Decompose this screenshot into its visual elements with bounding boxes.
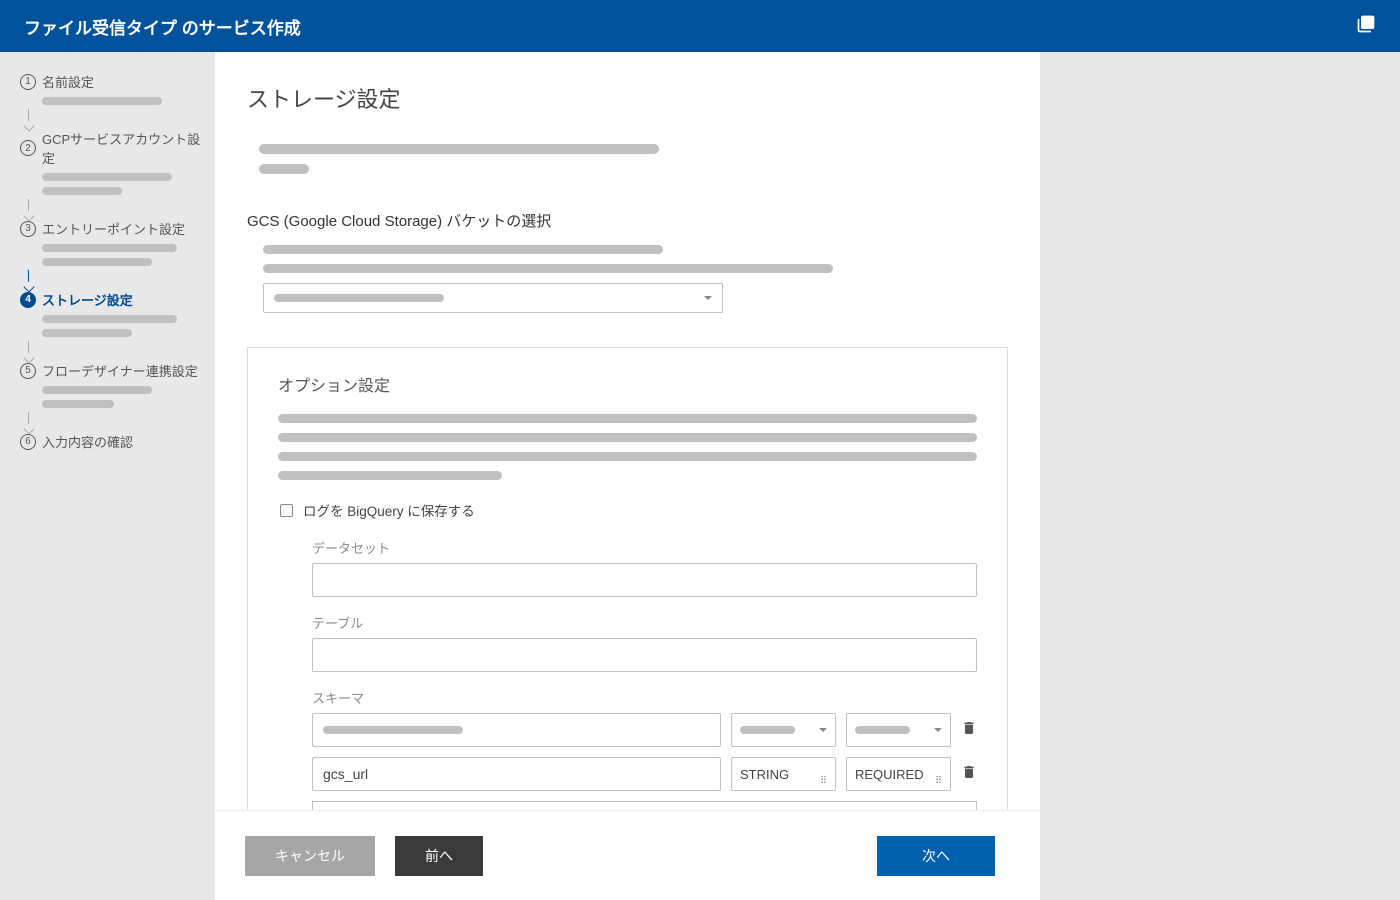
step-4-active[interactable]: 4 ストレージ設定 [20, 290, 203, 309]
step-label: GCPサービスアカウント設定 [42, 129, 203, 167]
checkbox-icon[interactable] [280, 504, 293, 517]
schema-name-input[interactable] [312, 757, 721, 791]
header: ファイル受信タイプ のサービス作成 [0, 0, 1400, 52]
trash-icon[interactable] [961, 763, 977, 786]
bucket-select[interactable] [263, 283, 723, 313]
next-button[interactable]: 次へ [877, 836, 995, 876]
schema-row: STRING REQUIRED [312, 757, 977, 791]
option-panel: オプション設定 ログを BigQuery に保存する データセット テーブル [247, 347, 1008, 810]
content-scroll: ストレージ設定 GCS (Google Cloud Storage) バケットの… [215, 52, 1040, 810]
step-number-icon: 1 [20, 74, 36, 90]
content-title: ストレージ設定 [247, 82, 1008, 114]
page-title: ファイル受信タイプ のサービス作成 [24, 14, 301, 39]
main: 1 名前設定 2 GCPサービスアカウント設定 3 エントリーポイント設定 4 ストレー… [0, 52, 1400, 900]
step-label: 名前設定 [42, 72, 94, 91]
step-label: フローデザイナー連携設定 [42, 361, 198, 380]
checkbox-label: ログを BigQuery に保存する [303, 500, 475, 520]
schema-type-select[interactable] [731, 713, 836, 747]
dataset-label: データセット [312, 538, 977, 557]
library-icon[interactable] [1356, 14, 1376, 39]
chevron-down-icon [934, 728, 942, 732]
cancel-button[interactable]: キャンセル [245, 836, 375, 876]
trash-icon[interactable] [961, 719, 977, 742]
chevron-down-icon [704, 296, 712, 300]
table-input[interactable] [312, 638, 977, 672]
footer: キャンセル 前へ 次へ [215, 810, 1040, 900]
step-label: 入力内容の確認 [42, 432, 133, 451]
step-1[interactable]: 1 名前設定 [20, 72, 203, 91]
chevron-down-icon [819, 728, 827, 732]
step-3[interactable]: 3 エントリーポイント設定 [20, 219, 203, 238]
content-area: ストレージ設定 GCS (Google Cloud Storage) バケットの… [215, 52, 1400, 900]
schema-row [312, 713, 977, 747]
chevron-down-icon [820, 771, 827, 778]
table-label: テーブル [312, 613, 977, 632]
step-6[interactable]: 6 入力内容の確認 [20, 432, 203, 451]
step-number-icon: 2 [20, 140, 36, 156]
prev-button[interactable]: 前へ [395, 836, 483, 876]
step-number-icon: 3 [20, 221, 36, 237]
dataset-input[interactable] [312, 563, 977, 597]
add-field-button[interactable]: + フィールドを追加する [312, 801, 977, 810]
option-panel-title: オプション設定 [278, 372, 977, 396]
step-number-icon: 5 [20, 363, 36, 379]
schema-label: スキーマ [312, 688, 977, 707]
stepper-sidebar: 1 名前設定 2 GCPサービスアカウント設定 3 エントリーポイント設定 4 ストレー… [0, 52, 215, 900]
step-label: エントリーポイント設定 [42, 219, 185, 238]
step-2[interactable]: 2 GCPサービスアカウント設定 [20, 129, 203, 167]
schema-mode-select[interactable]: REQUIRED [846, 757, 951, 791]
step-5[interactable]: 5 フローデザイナー連携設定 [20, 361, 203, 380]
bigquery-checkbox-row[interactable]: ログを BigQuery に保存する [280, 500, 977, 520]
schema-mode-select[interactable] [846, 713, 951, 747]
step-number-icon: 6 [20, 434, 36, 450]
chevron-down-icon [935, 771, 942, 778]
schema-type-select[interactable]: STRING [731, 757, 836, 791]
step-number-icon: 4 [20, 292, 36, 308]
step-label: ストレージ設定 [42, 290, 133, 309]
bucket-section-title: GCS (Google Cloud Storage) バケットの選択 [247, 210, 1008, 231]
